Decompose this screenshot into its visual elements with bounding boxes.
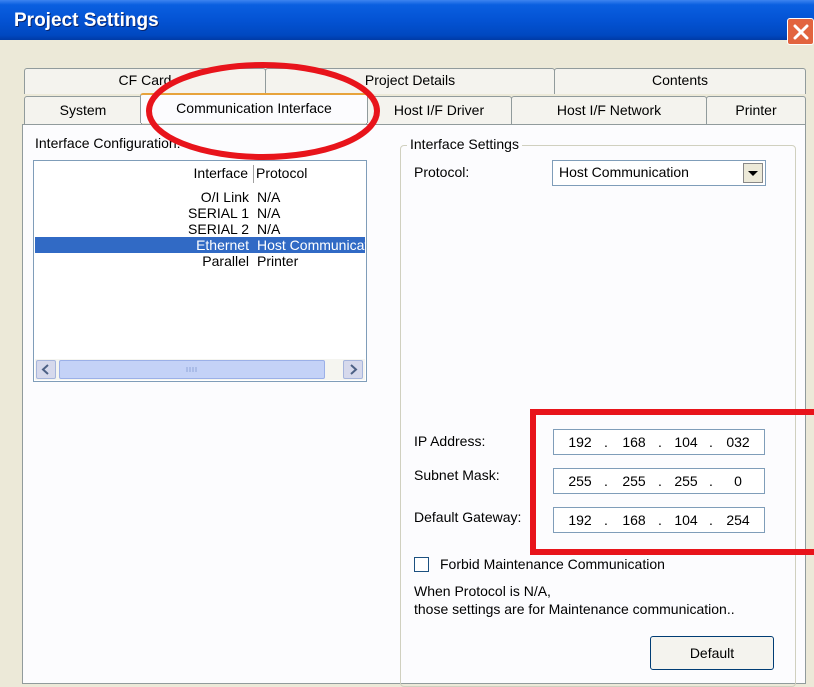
tab-cf-card[interactable]: CF Card — [24, 68, 266, 94]
window-title: Project Settings — [14, 10, 159, 31]
ip-octet-3[interactable]: 104 — [666, 434, 706, 450]
default-gateway-label: Default Gateway: — [414, 509, 522, 525]
tab-cf-card-label: CF Card — [118, 72, 172, 88]
chevron-right-icon — [350, 364, 358, 375]
row-protocol: N/A — [257, 189, 281, 205]
separator: . — [604, 473, 608, 489]
protocol-dropdown-button[interactable] — [743, 163, 763, 183]
separator: . — [709, 434, 713, 450]
note-line-2: those settings are for Maintenance commu… — [414, 601, 735, 617]
subnet-mask-field[interactable]: 255 . 255 . 255 . 0 — [553, 468, 765, 494]
row-protocol: Printer — [257, 253, 299, 269]
row-protocol: N/A — [257, 205, 281, 221]
horizontal-scrollbar[interactable] — [35, 359, 365, 380]
subnet-octet-2[interactable]: 255 — [614, 473, 654, 489]
tab-printer[interactable]: Printer — [706, 96, 806, 124]
tab-printer-label: Printer — [735, 102, 777, 118]
row-protocol: Host Communication — [257, 237, 366, 253]
separator: . — [604, 434, 608, 450]
row-interface: SERIAL 2 — [188, 221, 249, 237]
row-interface: Ethernet — [196, 237, 249, 253]
separator: . — [709, 473, 713, 489]
tab-project-details-label: Project Details — [364, 72, 456, 88]
close-icon — [793, 24, 809, 40]
separator: . — [658, 473, 662, 489]
row-interface: Parallel — [202, 253, 249, 269]
separator: . — [709, 512, 713, 528]
grip-icon — [186, 367, 197, 372]
tab-contents-label: Contents — [651, 72, 709, 88]
scroll-thumb[interactable] — [59, 360, 325, 379]
list-row-ethernet[interactable]: Ethernet Host Communication — [35, 237, 366, 253]
chevron-down-icon — [748, 171, 758, 176]
column-divider — [253, 165, 254, 183]
row-interface: SERIAL 1 — [188, 205, 249, 221]
gateway-octet-4[interactable]: 254 — [718, 512, 758, 528]
list-row-oi-link[interactable]: O/I Link N/A — [35, 189, 365, 205]
subnet-octet-1[interactable]: 255 — [560, 473, 600, 489]
list-header: Interface Protocol — [34, 165, 366, 187]
tab-host-if-driver[interactable]: Host I/F Driver — [366, 96, 512, 124]
ip-octet-1[interactable]: 192 — [560, 434, 600, 450]
separator: . — [658, 512, 662, 528]
row-protocol: N/A — [257, 221, 281, 237]
chevron-left-icon — [41, 364, 49, 375]
tab-host-if-network-label: Host I/F Network — [556, 102, 662, 118]
list-row-serial-2[interactable]: SERIAL 2 N/A — [35, 221, 365, 237]
separator: . — [658, 434, 662, 450]
tab-project-details[interactable]: Project Details — [265, 68, 555, 94]
tab-system[interactable]: System — [24, 96, 142, 124]
default-gateway-field[interactable]: 192 . 168 . 104 . 254 — [553, 507, 765, 533]
column-header-interface[interactable]: Interface — [34, 165, 248, 181]
gateway-octet-1[interactable]: 192 — [560, 512, 600, 528]
ip-octet-4[interactable]: 032 — [718, 434, 758, 450]
tab-system-label: System — [59, 102, 107, 118]
default-button[interactable]: Default — [650, 636, 774, 670]
tab-communication-interface[interactable]: Communication Interface — [140, 93, 368, 123]
protocol-value: Host Communication — [559, 164, 689, 180]
forbid-maintenance-label[interactable]: Forbid Maintenance Communication — [440, 556, 665, 572]
protocol-select[interactable]: Host Communication — [552, 160, 766, 186]
forbid-maintenance-checkbox[interactable] — [414, 557, 429, 572]
gateway-octet-2[interactable]: 168 — [614, 512, 654, 528]
tab-host-if-network[interactable]: Host I/F Network — [511, 96, 707, 124]
interface-config-label: Interface Configuration: — [35, 135, 181, 151]
protocol-label: Protocol: — [414, 164, 470, 180]
note-line-1: When Protocol is N/A, — [414, 583, 551, 599]
gateway-octet-3[interactable]: 104 — [666, 512, 706, 528]
subnet-octet-4[interactable]: 0 — [718, 473, 758, 489]
ip-octet-2[interactable]: 168 — [614, 434, 654, 450]
ip-address-label: IP Address: — [414, 433, 486, 449]
list-row-serial-1[interactable]: SERIAL 1 N/A — [35, 205, 365, 221]
interface-list[interactable]: Interface Protocol O/I Link N/A SERIAL 1… — [33, 160, 367, 382]
subnet-octet-3[interactable]: 255 — [666, 473, 706, 489]
list-row-parallel[interactable]: Parallel Printer — [35, 253, 365, 269]
scroll-left-button[interactable] — [36, 360, 56, 379]
scroll-right-button[interactable] — [343, 360, 363, 379]
subnet-mask-label: Subnet Mask: — [414, 467, 500, 483]
title-bar: Project Settings — [0, 0, 814, 45]
column-header-protocol[interactable]: Protocol — [256, 165, 307, 181]
close-button[interactable] — [787, 18, 814, 45]
separator: . — [604, 512, 608, 528]
ip-address-field[interactable]: 192 . 168 . 104 . 032 — [553, 429, 765, 455]
tab-communication-interface-label: Communication Interface — [176, 100, 332, 116]
interface-settings-label: Interface Settings — [407, 136, 522, 152]
tab-host-if-driver-label: Host I/F Driver — [393, 102, 485, 118]
row-interface: O/I Link — [200, 189, 249, 205]
tab-contents[interactable]: Contents — [554, 68, 806, 94]
